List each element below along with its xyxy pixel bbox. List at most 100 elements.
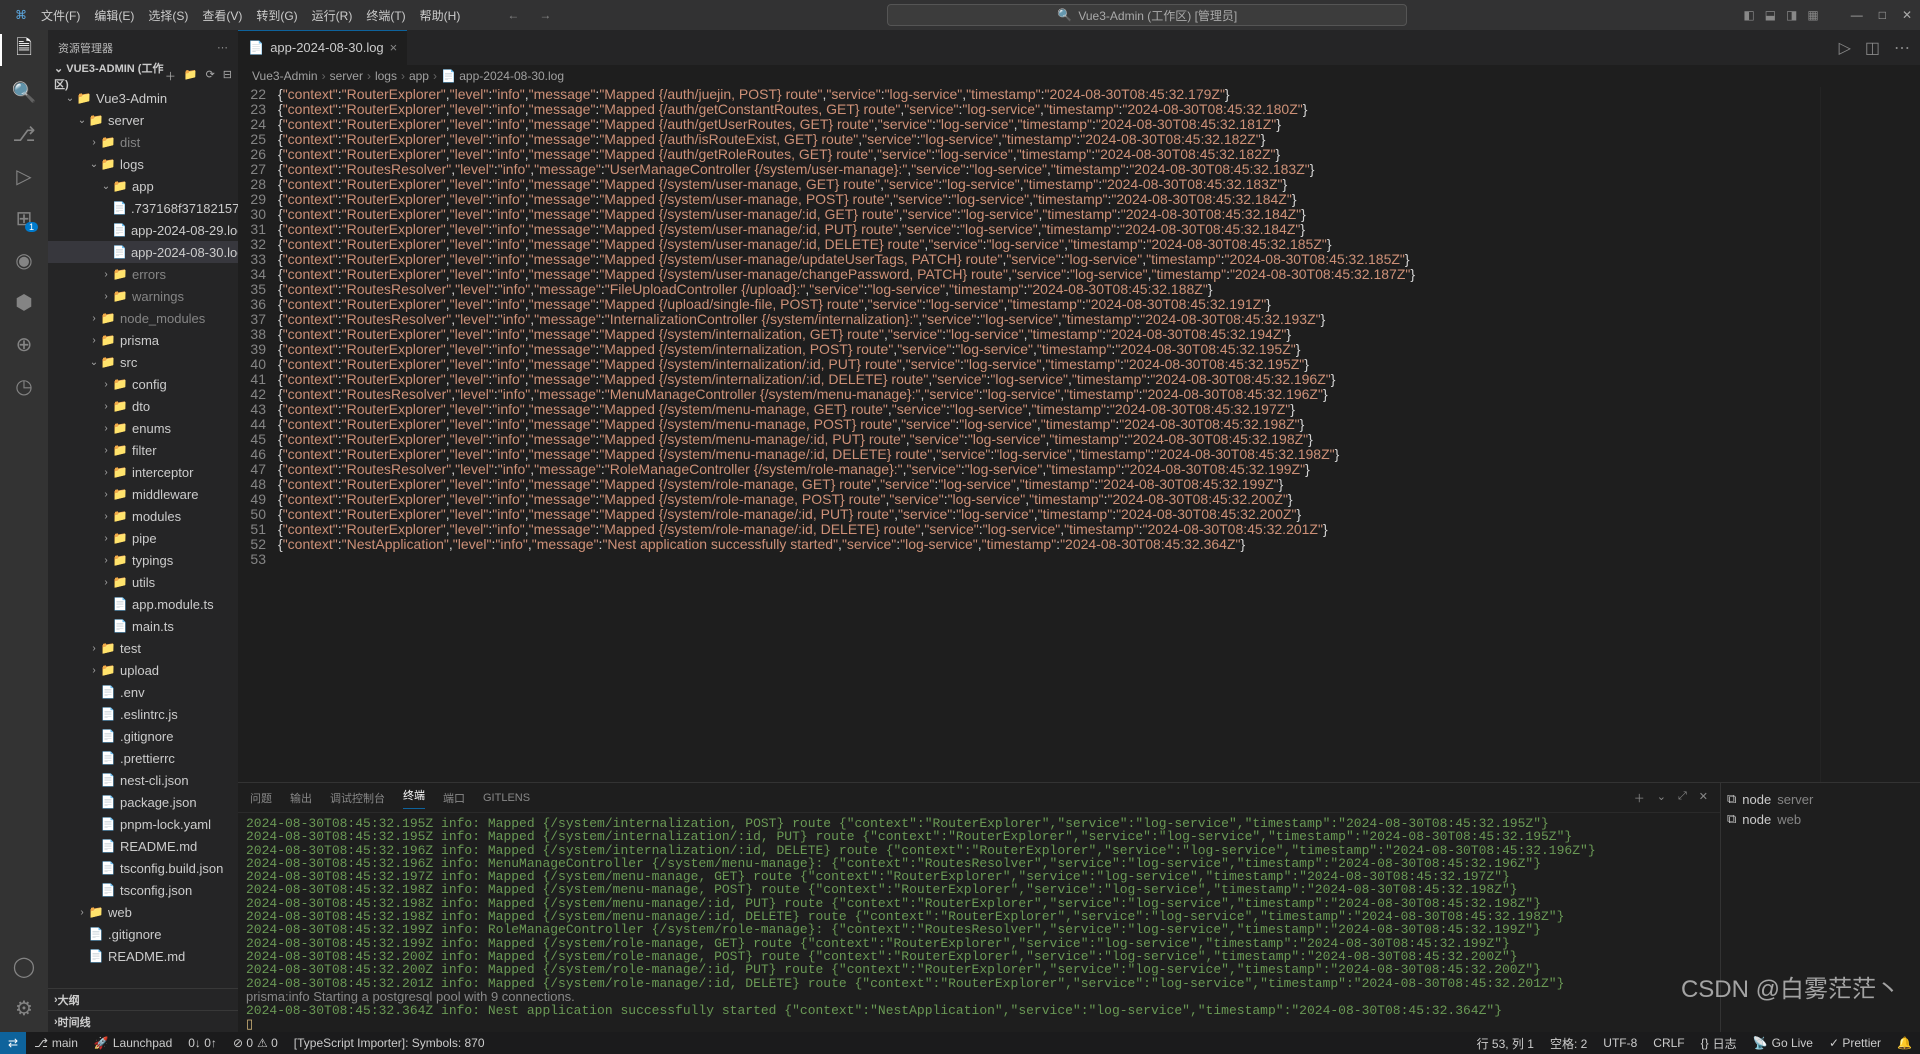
tree-row[interactable]: › 📁 test	[48, 637, 238, 659]
chevron-icon[interactable]: ›	[100, 423, 112, 434]
tsi-item[interactable]: [TypeScript Importer]: Symbols: 870	[286, 1036, 493, 1050]
tree-row[interactable]: 📄 .env	[48, 681, 238, 703]
menu-item[interactable]: 终端(T)	[359, 9, 412, 23]
chevron-icon[interactable]: ⌄	[88, 357, 100, 368]
indent-item[interactable]: 空格: 2	[1542, 1035, 1595, 1052]
tree-row[interactable]: ⌄ 📁 logs	[48, 153, 238, 175]
terminal-dropdown-icon[interactable]: ⌄	[1657, 790, 1666, 806]
eol-item[interactable]: CRLF	[1645, 1036, 1692, 1050]
chevron-icon[interactable]: ›	[88, 137, 100, 148]
tree-row[interactable]: › 📁 enums	[48, 417, 238, 439]
menu-item[interactable]: 查看(V)	[195, 9, 249, 23]
tree-row[interactable]: › 📁 upload	[48, 659, 238, 681]
tree-row[interactable]: 📄 README.md	[48, 835, 238, 857]
chevron-icon[interactable]: ›	[100, 489, 112, 500]
tree-row[interactable]: › 📁 filter	[48, 439, 238, 461]
tree-row[interactable]: 📄 tsconfig.json	[48, 879, 238, 901]
encoding-item[interactable]: UTF-8	[1595, 1036, 1645, 1050]
layout-sidebar-right-icon[interactable]: ◨	[1786, 8, 1797, 22]
tree-row[interactable]: › 📁 middleware	[48, 483, 238, 505]
gitlens-activity-icon[interactable]: ◉	[12, 248, 36, 272]
new-terminal-icon[interactable]: ＋	[1634, 790, 1645, 806]
golive-item[interactable]: 📡 Go Live	[1745, 1036, 1821, 1050]
tree-row[interactable]: 📄 .eslintrc.js	[48, 703, 238, 725]
chevron-icon[interactable]: ›	[100, 269, 112, 280]
terminal-task[interactable]: ⧉node web	[1727, 809, 1914, 829]
crumb[interactable]: Vue3-Admin	[252, 69, 318, 83]
terminal-output[interactable]: 2024-08-30T08:45:32.195Z info: Mapped {/…	[238, 813, 1720, 1032]
tree-row[interactable]: › 📁 config	[48, 373, 238, 395]
chevron-icon[interactable]: ⌄	[88, 159, 100, 170]
tree-row[interactable]: › 📁 errors	[48, 263, 238, 285]
panel-tab[interactable]: 端口	[443, 790, 465, 806]
panel-tab[interactable]: 调试控制台	[330, 790, 385, 806]
errors-item[interactable]: ⊘ 0 ⚠ 0	[225, 1036, 286, 1050]
tree-row[interactable]: › 📁 dist	[48, 131, 238, 153]
tree-row[interactable]: › 📁 modules	[48, 505, 238, 527]
chevron-icon[interactable]: ›	[100, 401, 112, 412]
chevron-icon[interactable]: ›	[100, 379, 112, 390]
more-icon[interactable]: ⋯	[217, 41, 228, 54]
search-activity-icon[interactable]: 🔍	[12, 80, 36, 104]
layout-sidebar-left-icon[interactable]: ◧	[1743, 8, 1754, 22]
chevron-icon[interactable]: ›	[100, 533, 112, 544]
command-center[interactable]: 🔍 Vue3-Admin (工作区) [管理员]	[887, 4, 1407, 26]
menu-item[interactable]: 帮助(H)	[413, 9, 468, 23]
tree-row[interactable]: 📄 main.ts	[48, 615, 238, 637]
layout-custom-icon[interactable]: ▦	[1807, 8, 1818, 22]
window-minimize-icon[interactable]: —	[1851, 8, 1863, 22]
tree-row[interactable]: 📄 app.module.ts	[48, 593, 238, 615]
collapse-icon[interactable]: ⊟	[223, 68, 232, 84]
branch-indicator[interactable]: ⎇ main	[26, 1036, 86, 1050]
terminal-task[interactable]: ⧉node server	[1727, 789, 1914, 809]
run-debug-activity-icon[interactable]: ▷	[12, 164, 36, 188]
notifications-icon[interactable]: 🔔	[1889, 1036, 1920, 1050]
refresh-icon[interactable]: ⟳	[206, 68, 215, 84]
tree-row[interactable]: › 📁 node_modules	[48, 307, 238, 329]
split-editor-icon[interactable]: ◫	[1865, 38, 1880, 58]
prettier-item[interactable]: ✓ Prettier	[1821, 1036, 1889, 1050]
nav-forward-icon[interactable]: →	[539, 8, 551, 22]
chevron-icon[interactable]: ›	[100, 577, 112, 588]
language-item[interactable]: {} 日志	[1693, 1035, 1745, 1052]
chevron-icon[interactable]: ›	[88, 643, 100, 654]
menu-item[interactable]: 运行(R)	[305, 9, 360, 23]
crumb[interactable]: 📄 app-2024-08-30.log	[441, 69, 564, 83]
tree-row[interactable]: 📄 app-2024-08-30.log	[48, 241, 238, 263]
tree-row[interactable]: 📄 .737168f37182157f24ceb…	[48, 197, 238, 219]
tree-row[interactable]: ⌄ 📁 app	[48, 175, 238, 197]
file-tree[interactable]: ⌄ 📁 Vue3-Admin ⌄ 📁 server › 📁 dist ⌄ 📁 l…	[48, 87, 238, 988]
chevron-icon[interactable]: ›	[100, 555, 112, 566]
code-text[interactable]: {"context":"RouterExplorer","level":"inf…	[278, 87, 1820, 782]
tree-row[interactable]: › 📁 dto	[48, 395, 238, 417]
tree-row[interactable]: ⌄ 📁 src	[48, 351, 238, 373]
new-file-icon[interactable]: ＋	[165, 68, 176, 84]
timeline-section[interactable]: › 时间线	[48, 1010, 238, 1032]
chevron-icon[interactable]: ›	[76, 907, 88, 918]
maximize-panel-icon[interactable]: ⤢	[1678, 790, 1687, 806]
nav-back-icon[interactable]: ←	[507, 8, 519, 22]
docker-activity-icon[interactable]: ⬢	[12, 290, 36, 314]
accounts-activity-icon[interactable]: ◯	[12, 954, 36, 978]
chevron-icon[interactable]: ⌄	[64, 93, 76, 104]
tree-row[interactable]: 📄 package.json	[48, 791, 238, 813]
database-activity-icon[interactable]: ◷	[12, 374, 36, 398]
outline-section[interactable]: › 大纲	[48, 988, 238, 1010]
tree-row[interactable]: › 📁 interceptor	[48, 461, 238, 483]
chevron-icon[interactable]: ›	[88, 313, 100, 324]
tab-close-icon[interactable]: ×	[390, 40, 398, 55]
tree-row[interactable]: › 📁 warnings	[48, 285, 238, 307]
chevron-icon[interactable]: ›	[100, 467, 112, 478]
tree-row[interactable]: › 📁 web	[48, 901, 238, 923]
tree-row[interactable]: 📄 .prettierrc	[48, 747, 238, 769]
panel-tab[interactable]: GITLENS	[483, 792, 530, 804]
crumb[interactable]: app	[409, 69, 429, 83]
tree-row[interactable]: › 📁 utils	[48, 571, 238, 593]
source-control-activity-icon[interactable]: ⎇	[12, 122, 36, 146]
tree-row[interactable]: 📄 .gitignore	[48, 923, 238, 945]
menu-item[interactable]: 文件(F)	[34, 9, 87, 23]
menu-item[interactable]: 转到(G)	[249, 9, 304, 23]
tab-app-log[interactable]: 📄 app-2024-08-30.log ×	[238, 30, 408, 65]
tree-row[interactable]: ⌄ 📁 Vue3-Admin	[48, 87, 238, 109]
chevron-icon[interactable]: ⌄	[100, 181, 112, 192]
